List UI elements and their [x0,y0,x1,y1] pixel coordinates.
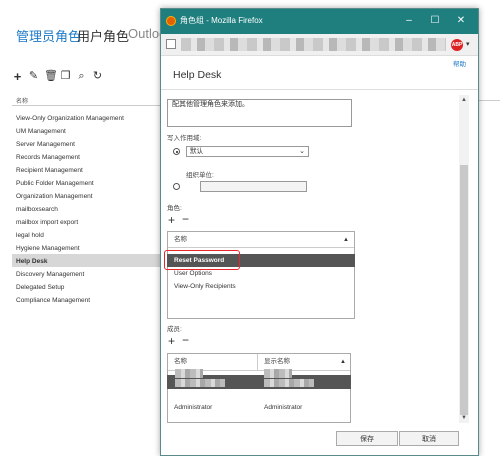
list-item[interactable]: mailbox import export [16,216,166,229]
add-role-icon[interactable]: + [168,214,175,226]
chevron-down-icon[interactable]: ▾ [466,40,470,48]
maximize-button[interactable]: ☐ [427,14,443,28]
list-item[interactable]: Recipient Management [16,164,166,177]
sort-asc-icon: ▲ [343,237,349,243]
redacted-name [175,379,225,387]
add-member-icon[interactable]: + [168,335,175,347]
members-table: 名称 显示名称 ▲ Administrator Administrator [167,353,351,423]
column-header-display-name[interactable]: 显示名称 [264,354,290,370]
column-header-name[interactable]: 名称 [174,354,187,370]
page-title: Help Desk [173,69,222,81]
scroll-up-icon[interactable]: ▲ [460,97,468,103]
window-titlebar[interactable]: 角色组 - Mozilla Firefox – ☐ ✕ [161,9,478,34]
copy-icon[interactable]: ❐ [60,71,71,82]
list-item[interactable]: View-Only Organization Management [16,112,166,125]
chevron-down-icon: ⌄ [299,148,305,155]
redacted-name [175,369,203,378]
roles-column-header[interactable]: 名称 ▲ [168,232,354,248]
toolbar: + ✎ 🗑 ❐ ⌕ ↻ [12,70,103,83]
divider [12,105,162,106]
remove-member-icon[interactable]: − [182,334,189,346]
save-button[interactable]: 保存 [336,431,398,446]
table-row[interactable]: View-Only Recipients [174,280,236,293]
firefox-dialog-window: 角色组 - Mozilla Firefox – ☐ ✕ ABP ▾ 帮助 Hel… [160,8,479,456]
list-item[interactable]: UM Management [16,125,166,138]
delete-icon[interactable]: 🗑 [44,71,58,82]
redacted-display-name [264,369,292,378]
list-item[interactable]: Records Management [16,151,166,164]
close-button[interactable]: ✕ [453,14,469,28]
table-row-selected[interactable] [167,369,351,389]
address-bar[interactable]: ABP ▾ [161,34,478,56]
write-scope-value: 默认 [190,148,203,155]
write-scope-label: 写入作用域: [167,135,202,142]
divider [161,89,478,90]
help-link[interactable]: 帮助 [453,58,466,68]
role-list: View-Only Organization Management UM Man… [16,112,166,307]
members-label: 成员: [167,326,182,333]
add-icon[interactable]: + [12,70,23,83]
roles-label: 角色: [167,205,182,212]
scroll-down-icon[interactable]: ▼ [460,415,468,421]
ou-label: 组织单位: [186,172,214,179]
table-cell-display-name[interactable]: Administrator [264,401,302,414]
write-scope-select[interactable]: 默认 ⌄ [186,146,309,157]
list-item[interactable]: Organization Management [16,190,166,203]
list-item[interactable]: Compliance Management [16,294,166,307]
page-info-icon[interactable] [166,39,176,49]
list-item[interactable]: Delegated Setup [16,281,166,294]
list-item[interactable]: Hygiene Management [16,242,166,255]
sort-asc-icon: ▲ [340,359,346,365]
description-text: 配其他管理角色来添加。 [172,101,249,108]
column-divider [257,354,258,370]
list-item[interactable]: Discovery Management [16,268,166,281]
dialog-scrollbar[interactable]: ▲ ▼ [459,95,469,423]
table-row[interactable]: User Options [174,267,212,280]
ou-input[interactable] [200,181,307,192]
list-item[interactable]: Public Folder Management [16,177,166,190]
ou-scope-radio[interactable] [173,183,180,190]
url-redacted[interactable] [181,38,446,51]
window-title: 角色组 - Mozilla Firefox [180,16,263,25]
list-item[interactable]: mailboxsearch [16,203,166,216]
table-row[interactable]: Administrator [174,401,212,414]
remove-role-icon[interactable]: − [182,213,189,225]
adblock-icon[interactable]: ABP [451,39,463,51]
refresh-icon[interactable]: ↻ [92,71,103,82]
tab-admin-roles[interactable]: 管理员角色 [16,26,81,45]
column-header-name: 名称 [174,236,187,243]
default-scope-radio[interactable] [173,148,180,155]
roles-table: 名称 ▲ Reset Password User Options View-On… [164,231,355,319]
edit-icon[interactable]: ✎ [28,71,39,82]
description-textarea[interactable]: 配其他管理角色来添加。 [167,99,352,127]
scrollbar-thumb[interactable] [460,165,468,415]
list-item[interactable]: Server Management [16,138,166,151]
minimize-button[interactable]: – [401,14,417,28]
redacted-display-name [264,379,314,387]
search-icon[interactable]: ⌕ [76,71,87,82]
list-item[interactable]: legal hold [16,229,166,242]
cancel-button[interactable]: 取消 [399,431,459,446]
tab-user-roles[interactable]: 用户角色 [77,26,129,45]
list-item-selected[interactable]: Help Desk [16,255,166,268]
firefox-logo-icon [166,16,176,26]
column-header-name[interactable]: 名称 [16,96,28,105]
table-row-selected[interactable]: Reset Password [164,250,355,270]
